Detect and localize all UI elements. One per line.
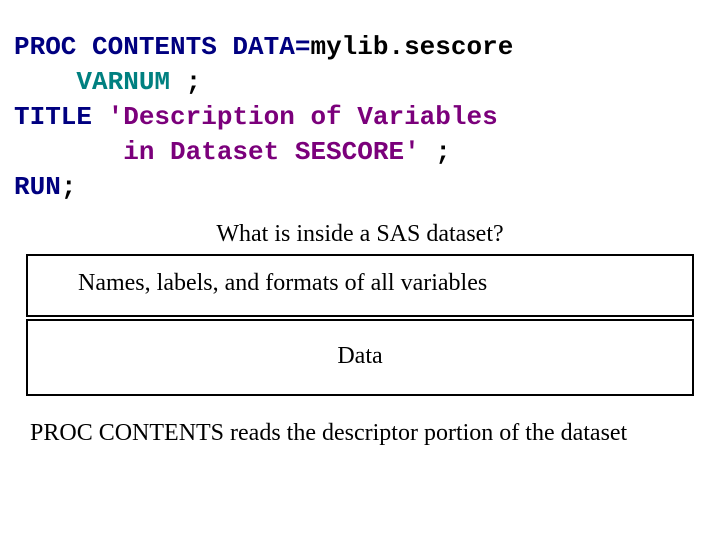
code-token: ; <box>61 172 77 202</box>
descriptor-box: Names, labels, and formats of all variab… <box>26 254 694 317</box>
code-token: = <box>295 32 311 62</box>
data-box: Data <box>26 319 694 396</box>
code-token: ; <box>186 67 202 97</box>
code-token: RUN <box>14 172 61 202</box>
code-token: PROC CONTENTS DATA <box>14 32 295 62</box>
code-token: in Dataset SESCORE' <box>14 137 435 167</box>
code-token: mylib.sescore <box>310 32 513 62</box>
sas-code-block: PROC CONTENTS DATA=mylib.sescore VARNUM … <box>0 0 720 213</box>
code-token: 'Description of Variables <box>108 102 498 132</box>
question-text: What is inside a SAS dataset? <box>0 221 720 248</box>
footer-text: PROC CONTENTS reads the descriptor porti… <box>0 398 720 447</box>
code-token: ; <box>435 137 451 167</box>
code-token: VARNUM <box>14 67 186 97</box>
code-token: TITLE <box>14 102 108 132</box>
answer-boxes: Names, labels, and formats of all variab… <box>0 254 720 396</box>
